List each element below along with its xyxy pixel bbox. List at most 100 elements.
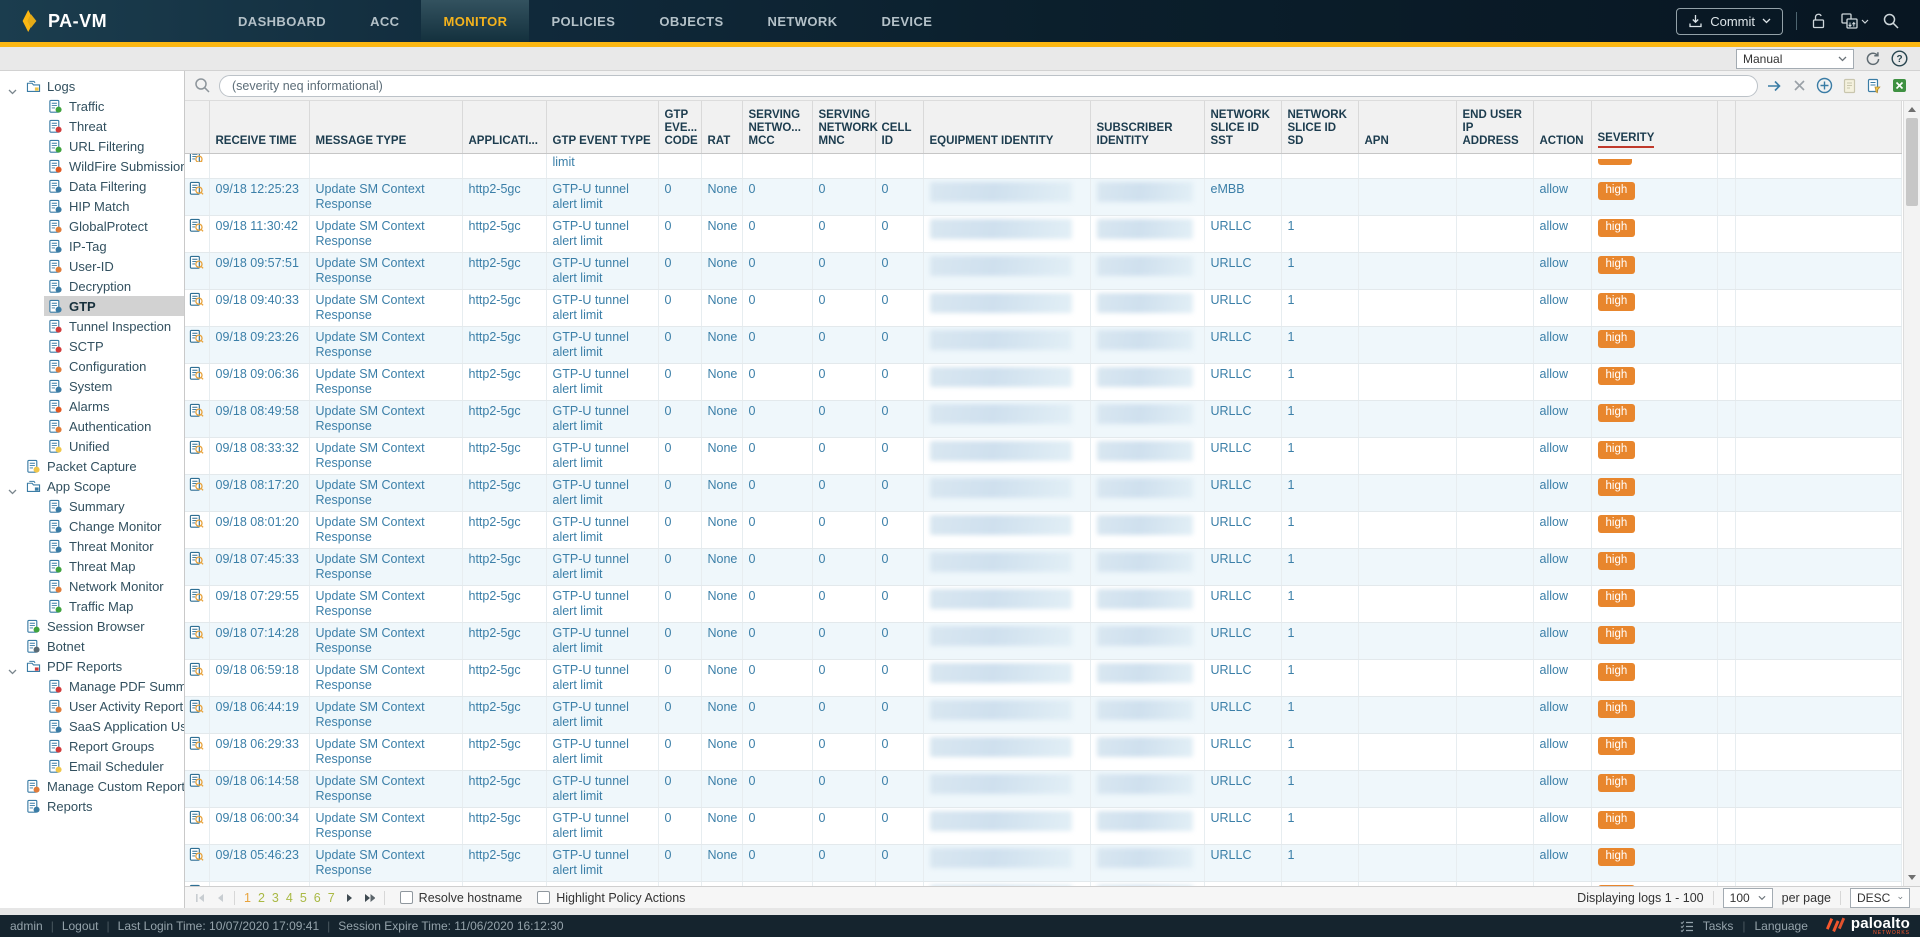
application-link[interactable]: http2-5gc [469,885,521,887]
application-link[interactable]: http2-5gc [469,441,521,455]
gtp-event-type-link[interactable]: GTP-U tunnel alert limit [553,589,629,618]
code-link[interactable]: 0 [665,182,672,196]
gtp-event-type-link[interactable]: GTP-U tunnel alert limit [553,219,629,248]
sd-link[interactable]: 1 [1288,441,1295,455]
cell-id-link[interactable]: 0 [882,441,889,455]
sst-link[interactable]: URLLC [1211,848,1252,862]
sidebar-item-system[interactable]: System [0,376,184,396]
log-detail-icon[interactable] [189,625,204,640]
receive-time-link[interactable]: 09/18 05:46:23 [216,848,299,862]
log-row[interactable]: 09/18 08:33:32Update SM Context Response… [185,437,1902,474]
config-sync-icon[interactable] [1840,12,1869,30]
log-detail-icon[interactable] [189,736,204,751]
sidebar-item-url-filtering[interactable]: URL Filtering [0,136,184,156]
sst-link[interactable]: URLLC [1211,626,1252,640]
rat-link[interactable]: None [708,478,738,492]
sd-link[interactable]: 1 [1288,219,1295,233]
sidebar-item-traffic-map[interactable]: Traffic Map [0,596,184,616]
mcc-link[interactable]: 0 [749,737,756,751]
action-link[interactable]: allow [1540,552,1569,566]
sidebar-item-pdf-reports[interactable]: PDF Reports [0,656,184,676]
log-detail-icon[interactable] [189,403,204,418]
column-header-action[interactable]: ACTION [1533,101,1591,153]
sort-order-select[interactable]: DESC [1850,888,1910,908]
message-type-link[interactable]: Update SM Context Response [316,478,425,507]
rat-link[interactable]: None [708,256,738,270]
action-link[interactable]: allow [1540,515,1569,529]
rat-link[interactable]: None [708,552,738,566]
sd-link[interactable]: 1 [1288,885,1295,887]
sidebar-item-email-scheduler[interactable]: Email Scheduler [0,756,184,776]
log-detail-icon[interactable] [189,588,204,603]
action-link[interactable]: allow [1540,885,1569,887]
receive-time-link[interactable]: 09/18 06:00:34 [216,811,299,825]
gtp-event-type-link[interactable]: GTP-U tunnel alert limit [553,330,629,359]
mcc-link[interactable]: 0 [749,774,756,788]
log-filter-input[interactable] [219,75,1758,97]
sd-link[interactable]: 1 [1288,330,1295,344]
column-header-application[interactable]: APPLICATI... [462,101,546,153]
last-page-button[interactable] [363,893,375,903]
application-link[interactable]: http2-5gc [469,293,521,307]
cell-id-link[interactable]: 0 [882,256,889,270]
mnc-link[interactable]: 0 [819,737,826,751]
receive-time-link[interactable]: 09/18 09:57:51 [216,256,299,270]
highlight-policy-actions-checkbox[interactable] [537,891,550,904]
sidebar-item-data-filtering[interactable]: Data Filtering [0,176,184,196]
column-header-apn[interactable]: APN [1358,101,1456,153]
sd-link[interactable]: 1 [1288,515,1295,529]
severity-badge[interactable]: high [1598,367,1636,385]
mcc-link[interactable]: 0 [749,848,756,862]
sst-link[interactable]: URLLC [1211,404,1252,418]
severity-badge[interactable]: high [1598,182,1636,200]
code-link[interactable]: 0 [665,737,672,751]
log-row[interactable]: 09/18 09:40:33Update SM Context Response… [185,289,1902,326]
action-link[interactable]: allow [1540,589,1569,603]
severity-badge[interactable]: high [1598,293,1636,311]
gtp-event-type-link[interactable]: GTP-U tunnel alert limit [553,441,629,470]
column-header-gtp_event_type[interactable]: GTP EVENT TYPE [546,101,658,153]
mcc-link[interactable]: 0 [749,219,756,233]
sidebar-item-authentication[interactable]: Authentication [0,416,184,436]
sidebar-item-threat-monitor[interactable]: Threat Monitor [0,536,184,556]
scroll-down-arrow-icon[interactable] [1904,870,1920,885]
tab-objects[interactable]: OBJECTS [637,0,745,42]
log-row[interactable]: 09/18 07:29:55Update SM Context Response… [185,585,1902,622]
save-filter-icon[interactable] [1842,78,1858,94]
code-link[interactable]: 0 [665,367,672,381]
mcc-link[interactable]: 0 [749,626,756,640]
page-link-2[interactable]: 2 [258,891,265,905]
sidebar-item-botnet[interactable]: Botnet [0,636,184,656]
mnc-link[interactable]: 0 [819,848,826,862]
sst-link[interactable]: URLLC [1211,441,1252,455]
action-link[interactable]: allow [1540,848,1569,862]
action-link[interactable]: allow [1540,663,1569,677]
mcc-link[interactable]: 0 [749,441,756,455]
code-link[interactable]: 0 [665,700,672,714]
mnc-link[interactable]: 0 [819,441,826,455]
log-detail-icon[interactable] [189,884,204,887]
rat-link[interactable]: None [708,589,738,603]
application-link[interactable]: http2-5gc [469,848,521,862]
severity-badge[interactable]: high [1598,663,1636,681]
language-link[interactable]: Language [1755,919,1808,933]
sidebar-item-gtp[interactable]: GTP [0,296,184,316]
gtp-event-type-link[interactable]: GTP-U tunnel alert limit [553,885,629,887]
code-link[interactable]: 0 [665,552,672,566]
tab-policies[interactable]: POLICIES [529,0,637,42]
action-link[interactable]: allow [1540,441,1569,455]
message-type-link[interactable]: Update SM Context Response [316,515,425,544]
sst-link[interactable]: URLLC [1211,367,1252,381]
log-detail-icon[interactable] [189,292,204,307]
gtp-event-type-link[interactable]: GTP-U tunnel alert limit [553,182,629,211]
sidebar-item-manage-custom-reports[interactable]: Manage Custom Reports [0,776,184,796]
message-type-link[interactable]: Update SM Context Response [316,441,425,470]
sidebar-item-saas-application-usage[interactable]: SaaS Application Usage [0,716,184,736]
severity-badge[interactable]: high [1598,330,1636,348]
message-type-link[interactable]: Update SM Context Response [316,811,425,840]
apply-filter-arrow-icon[interactable] [1766,78,1783,94]
sd-link[interactable]: 1 [1288,663,1295,677]
mnc-link[interactable]: 0 [819,367,826,381]
severity-badge[interactable]: high [1598,589,1636,607]
cell-id-link[interactable]: 0 [882,663,889,677]
